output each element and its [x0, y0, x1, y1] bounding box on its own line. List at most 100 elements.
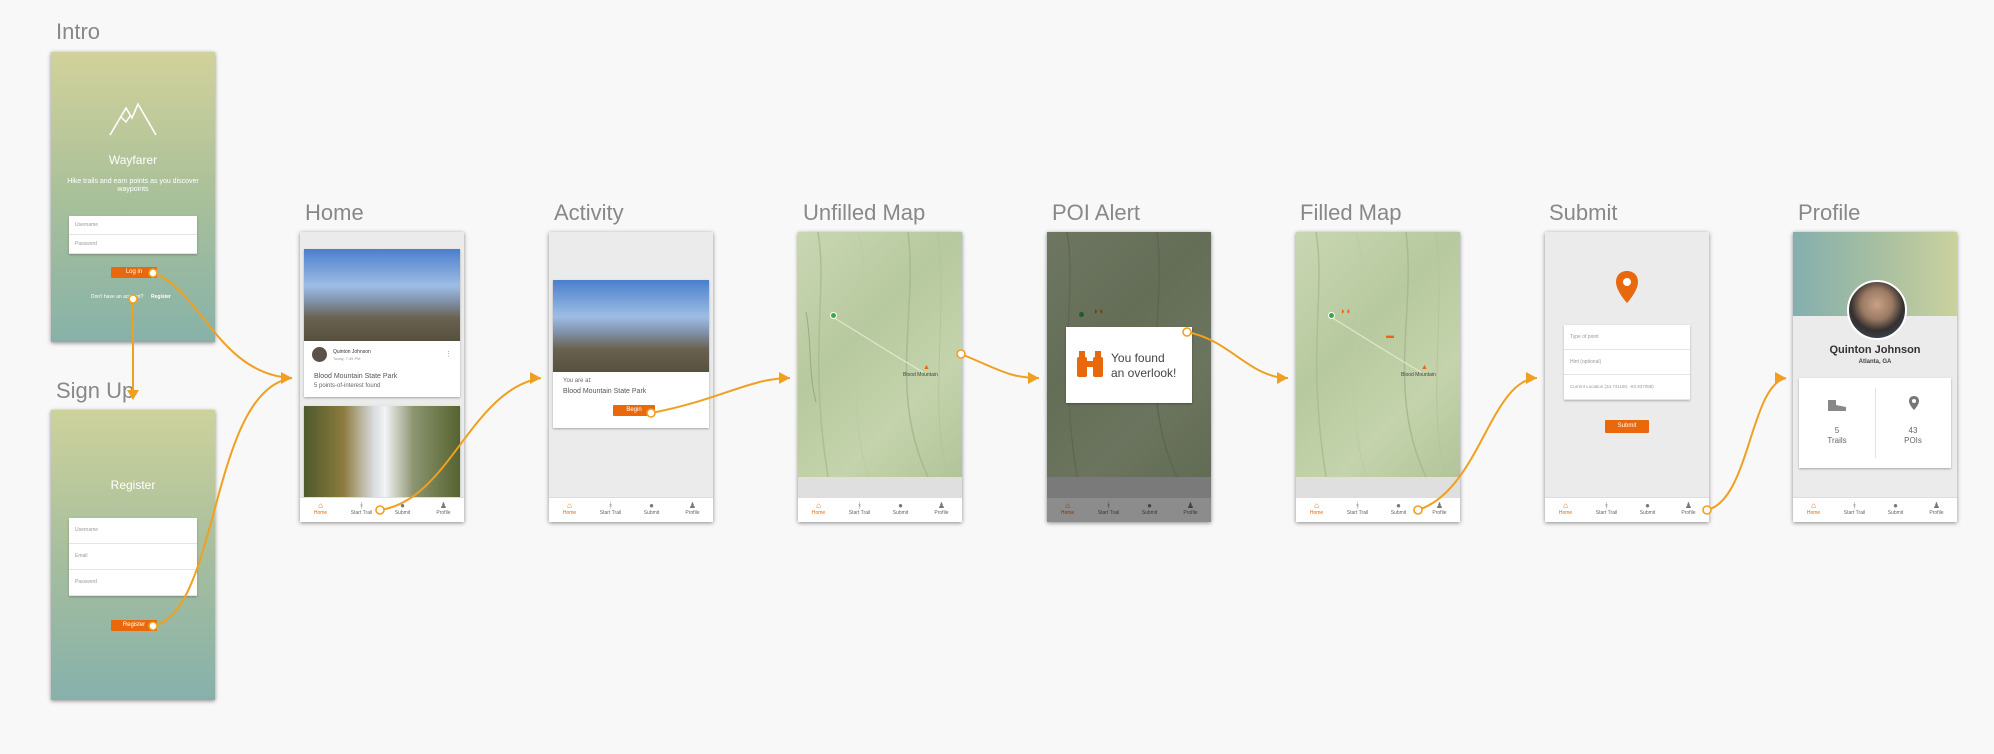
tab-start-trail[interactable]: ᚼ Start Trail — [341, 498, 382, 522]
trailhead-marker-icon — [830, 312, 837, 319]
home-icon: ⌂ — [1314, 501, 1319, 510]
tab-home[interactable]: ⌂ Home — [300, 498, 341, 522]
binoculars-marker-icon: ◗◖ — [1340, 306, 1351, 316]
person-icon: ♟ — [1932, 501, 1941, 510]
tab-start-trail[interactable]: ᚼ Start Trail — [1834, 498, 1875, 522]
tab-start-trail[interactable]: ᚼ Start Trail — [1586, 498, 1627, 522]
person-icon: ♟ — [937, 501, 946, 510]
activity-park-name: Blood Mountain State Park — [563, 388, 647, 395]
pin-icon: ● — [898, 501, 903, 510]
trail-map[interactable]: ▲ Blood Mountain — [798, 232, 962, 478]
feed-card-second[interactable] — [304, 406, 460, 498]
trail-map[interactable]: ◗◖ ▬ ▲ Blood Mountain — [1296, 232, 1460, 478]
tab-start-trail[interactable]: ᚼ Start Trail — [839, 498, 880, 522]
feed-card[interactable]: Quinton Johnson Today, 7:45 PM ⋮ Blood M… — [304, 249, 460, 397]
app-name: Wayfarer — [108, 153, 158, 167]
arrowhead-activity — [530, 372, 541, 384]
arrowhead-filled — [1277, 372, 1288, 384]
tab-submit[interactable]: ● Submit — [1627, 498, 1668, 522]
map-terrain — [805, 232, 949, 478]
tab-profile[interactable]: ♟ Profile — [672, 498, 713, 522]
more-icon[interactable]: ⋮ — [445, 350, 452, 358]
tab-home[interactable]: ⌂ Home — [1545, 498, 1586, 522]
login-form: Username Password — [69, 216, 197, 254]
poi-alert-screen: ◗◖ ⌂ Home ᚼ Start Trail ● Submit ♟ Profile Y… — [1047, 232, 1211, 522]
tab-home[interactable]: ⌂ Home — [549, 498, 590, 522]
tab-submit[interactable]: ● Submit — [631, 498, 672, 522]
bench-marker-icon: ▬ — [1386, 331, 1394, 340]
signup-email-field[interactable]: Email — [69, 544, 197, 570]
tab-bar: ⌂ Home ᚼ Start Trail ● Submit ♟ Profile — [1296, 497, 1460, 522]
trailhead-marker-icon — [1328, 312, 1335, 319]
flow-map-to-alert — [960, 353, 1040, 379]
tab-home[interactable]: ⌂ Home — [1793, 498, 1834, 522]
screen-title-profile: Profile — [1798, 200, 1861, 225]
card-poi-count: 5 points-of-interest found — [314, 383, 381, 389]
tab-home[interactable]: ⌂ Home — [798, 498, 839, 522]
arrowhead-submit — [1526, 372, 1537, 384]
hiker-icon: ᚼ — [1355, 501, 1360, 510]
username-field[interactable]: Username — [69, 216, 197, 235]
tab-submit[interactable]: ● Submit — [1875, 498, 1916, 522]
begin-button[interactable]: Begin — [613, 405, 655, 416]
arrowhead-alert — [1028, 372, 1039, 384]
screen-title-signup: Sign Up — [56, 378, 135, 403]
tab-bar: ⌂ Home ᚼ Start Trail ● Submit ♟ Profile — [549, 497, 713, 522]
tab-bar: ⌂ Home ᚼ Start Trail ● Submit ♟ Profile — [1793, 497, 1957, 522]
hiker-icon: ᚼ — [1604, 501, 1609, 510]
person-icon: ♟ — [1435, 501, 1444, 510]
pois-count: 43 — [1908, 426, 1918, 435]
hiker-icon: ᚼ — [857, 501, 862, 510]
tab-profile[interactable]: ♟ Profile — [1916, 498, 1957, 522]
screen-title-filled-map: Filled Map — [1300, 200, 1402, 225]
poi-alert-dialog[interactable]: You found an overlook! — [1066, 327, 1192, 403]
location-pin-icon — [1616, 271, 1638, 303]
screen-title-poi-alert: POI Alert — [1052, 200, 1141, 225]
trail-photo — [304, 249, 460, 341]
peak-label: Blood Mountain — [1401, 372, 1436, 378]
filled-map-screen: ◗◖ ▬ ▲ Blood Mountain ⌂ Home ᚼ Start Trail… — [1296, 232, 1460, 522]
register-button[interactable]: Register — [111, 620, 157, 631]
signup-username-field[interactable]: Username — [69, 518, 197, 544]
arrowhead-profile — [1775, 372, 1786, 384]
home-icon: ⌂ — [816, 501, 821, 510]
submit-form: Type of point Hint (optional) Current Lo… — [1564, 325, 1690, 400]
map-footer — [1296, 477, 1460, 498]
you-are-at-label: You are at: — [563, 378, 592, 384]
peak-label: Blood Mountain — [903, 372, 938, 378]
home-screen: Quinton Johnson Today, 7:45 PM ⋮ Blood M… — [300, 232, 464, 522]
alert-message-line2: an overlook! — [1111, 366, 1177, 380]
profile-name: Quinton Johnson — [1829, 344, 1921, 356]
signup-screen: Register Username Email Password Registe… — [51, 410, 215, 700]
type-field[interactable]: Type of point — [1564, 325, 1690, 350]
pois-label: POIs — [1904, 436, 1922, 445]
pin-icon: ● — [400, 501, 405, 510]
hiker-icon: ᚼ — [608, 501, 613, 510]
tab-submit[interactable]: ● Submit — [1378, 498, 1419, 522]
current-location-field: Current Location (34.741180, -83.937088) — [1564, 375, 1690, 400]
activity-photo — [553, 280, 709, 372]
submit-button[interactable]: Submit — [1605, 420, 1649, 433]
tab-start-trail[interactable]: ᚼ Start Trail — [1337, 498, 1378, 522]
tab-profile[interactable]: ♟ Profile — [423, 498, 464, 522]
tab-profile[interactable]: ♟ Profile — [1419, 498, 1460, 522]
no-account-text: Don't have an account? — [91, 294, 144, 300]
register-link[interactable]: Register — [151, 294, 171, 300]
password-field[interactable]: Password — [69, 235, 197, 254]
tab-profile[interactable]: ♟ Profile — [921, 498, 962, 522]
intro-screen: Wayfarer Hike trails and earn points as … — [51, 52, 215, 342]
home-icon: ⌂ — [567, 501, 572, 510]
hint-field[interactable]: Hint (optional) — [1564, 350, 1690, 375]
tab-home[interactable]: ⌂ Home — [1296, 498, 1337, 522]
tab-profile[interactable]: ♟ Profile — [1668, 498, 1709, 522]
tab-start-trail[interactable]: ᚼ Start Trail — [590, 498, 631, 522]
person-icon: ♟ — [439, 501, 448, 510]
login-button[interactable]: Log in — [111, 267, 157, 278]
signup-password-field[interactable]: Password — [69, 570, 197, 596]
stats-divider — [1875, 388, 1876, 458]
tab-submit[interactable]: ● Submit — [382, 498, 423, 522]
tab-submit[interactable]: ● Submit — [880, 498, 921, 522]
mountain-logo-icon — [109, 102, 157, 136]
peak-marker-icon: ▲ — [1421, 364, 1428, 371]
pin-icon: ● — [1645, 501, 1650, 510]
